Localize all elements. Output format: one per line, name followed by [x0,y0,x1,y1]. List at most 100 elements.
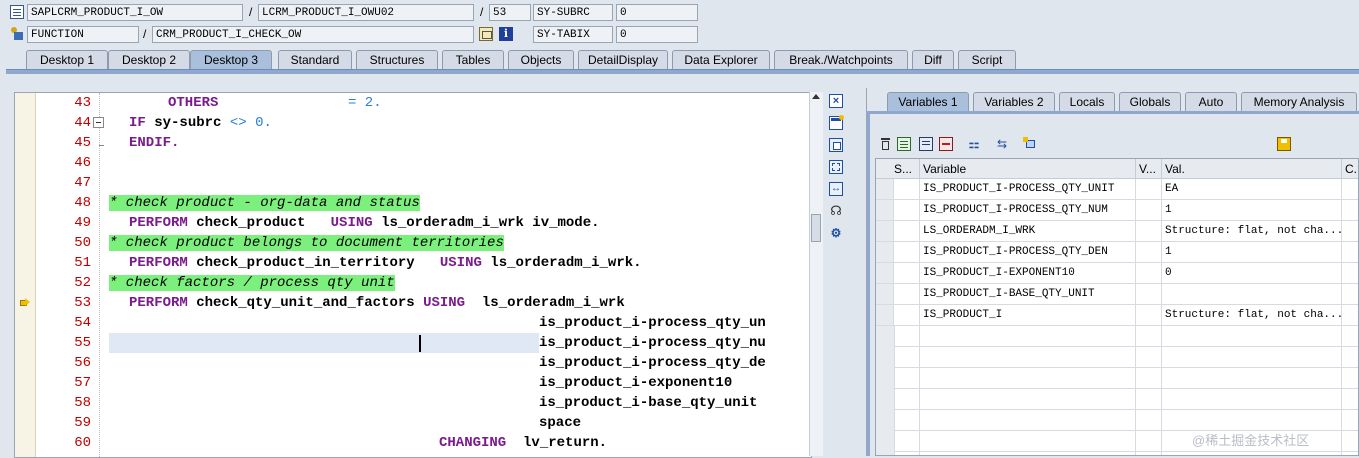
v-cell [1136,263,1162,284]
tab-locals[interactable]: Locals [1059,92,1115,111]
append-row-icon[interactable] [919,137,933,151]
line-number: 54 [74,315,91,331]
row-selector[interactable] [876,221,894,242]
fold-toggle-icon[interactable] [93,117,104,128]
header-variable[interactable]: Variable [920,159,1136,179]
tools-icon[interactable]: ⚙ [829,226,843,240]
code-line-58: is_product_i-base_qty_unit [539,395,758,411]
save-icon[interactable] [1277,137,1291,151]
line-number-field[interactable]: 53 [489,4,531,21]
info-icon[interactable]: i [499,27,513,41]
variable-cell[interactable]: IS_PRODUCT_I-PROCESS_QTY_DEN [920,242,1136,263]
row-selector[interactable] [876,284,894,305]
tab-desktop-1[interactable]: Desktop 1 [26,50,108,69]
close-icon[interactable]: × [829,94,843,108]
tab-variables-2[interactable]: Variables 2 [973,92,1055,111]
identifier: ls_orderadm_i_wrk. [490,255,642,271]
tab-detail-display[interactable]: DetailDisplay [578,50,668,69]
value-cell[interactable]: Structure: flat, not cha... [1162,221,1342,242]
row-selector[interactable] [876,179,894,200]
sysfield-name-2[interactable]: SY-TABIX [533,26,613,43]
scroll-up-icon[interactable] [812,94,820,99]
tab-structures[interactable]: Structures [356,50,438,69]
tab-tables[interactable]: Tables [442,50,504,69]
table-row[interactable]: IS_PRODUCT_I-PROCESS_QTY_UNIT EA [876,179,1358,200]
variable-cell[interactable]: IS_PRODUCT_I-EXPONENT10 [920,263,1136,284]
hierarchy-icon[interactable]: ⚏ [967,137,981,151]
table-row[interactable]: IS_PRODUCT_I-PROCESS_QTY_DEN 1 [876,242,1358,263]
type-field[interactable]: FUNCTION [27,26,139,43]
tab-script[interactable]: Script [958,50,1016,69]
new-window-icon[interactable] [829,115,844,130]
header-value[interactable]: Val. [1162,159,1342,179]
line-number: 55 [74,335,91,351]
tab-diff[interactable]: Diff [912,50,954,69]
sysfield-value-2[interactable]: 0 [616,26,698,43]
table-row[interactable]: IS_PRODUCT_I Structure: flat, not cha... [876,305,1358,326]
program-field[interactable]: SAPLCRM_PRODUCT_I_OW [27,4,243,21]
variable-cell[interactable]: IS_PRODUCT_I-PROCESS_QTY_UNIT [920,179,1136,200]
split-window-icon[interactable] [829,138,843,152]
row-selector[interactable] [876,200,894,221]
header-change[interactable]: C... [1342,159,1358,179]
value-cell[interactable]: 0 [1162,263,1342,284]
value-cell[interactable]: EA [1162,179,1342,200]
code-line-51: PERFORM check_product_in_territory USING… [129,253,642,273]
variable-cell[interactable]: IS_PRODUCT_I [920,305,1136,326]
keyword: PERFORM [129,255,188,271]
editor-scrollbar[interactable] [809,92,823,456]
remove-row-icon[interactable] [939,137,953,151]
tab-standard[interactable]: Standard [278,50,352,69]
tab-desktop-2[interactable]: Desktop 2 [108,50,190,69]
variable-cell[interactable]: LS_ORDERADM_I_WRK [920,221,1136,242]
tab-auto[interactable]: Auto [1185,92,1237,111]
function-name-field[interactable]: CRM_PRODUCT_I_CHECK_OW [152,26,474,43]
line-number: 52 [74,275,91,291]
tab-variables-1[interactable]: Variables 1 [887,92,969,111]
tab-globals[interactable]: Globals [1119,92,1181,111]
row-selector[interactable] [876,263,894,284]
delete-icon[interactable] [879,137,893,151]
table-row[interactable]: IS_PRODUCT_I-PROCESS_QTY_NUM 1 [876,200,1358,221]
navigate-icon[interactable]: ⇆ [995,137,1009,151]
value-cell[interactable]: Structure: flat, not cha... [1162,305,1342,326]
breakpoint-margin[interactable] [15,93,36,457]
variable-cell[interactable]: IS_PRODUCT_I-BASE_QTY_UNIT [920,284,1136,305]
right-tab-underline [867,111,1359,114]
maximize-icon[interactable] [829,160,843,174]
header-status[interactable]: S... [876,159,920,179]
status-cell [894,221,920,242]
sysfield-value-1[interactable]: 0 [616,4,698,21]
identifier: lv_return. [523,435,608,451]
variable-cell[interactable]: IS_PRODUCT_I-PROCESS_QTY_NUM [920,200,1136,221]
scroll-thumb[interactable] [811,214,821,242]
swap-icon[interactable]: ↔ [829,182,843,196]
value-cell[interactable]: 1 [1162,242,1342,263]
row-selector[interactable] [876,242,894,263]
source-editor[interactable]: 43 44 45 46 47 48 49 50 51 52 53 54 55 5… [14,92,812,458]
tab-objects[interactable]: Objects [508,50,574,69]
code-line-52: * check factors / process qty unit [109,273,395,293]
layout-icon[interactable] [1023,137,1037,151]
tab-desktop-3[interactable]: Desktop 3 [190,50,272,70]
headset-icon[interactable]: ☊ [829,204,843,218]
row-selector[interactable] [876,305,894,326]
table-row[interactable]: LS_ORDERADM_I_WRK Structure: flat, not c… [876,221,1358,242]
code-line-60: CHANGING lv_return. [439,433,607,453]
value-cell[interactable]: 1 [1162,200,1342,221]
value-cell[interactable] [1162,284,1342,305]
sysfield-name-1[interactable]: SY-SUBRC [533,4,613,21]
table-row[interactable]: IS_PRODUCT_I-BASE_QTY_UNIT [876,284,1358,305]
header-v[interactable]: V... [1136,159,1162,179]
code-view-icon[interactable] [479,27,493,41]
keyword: USING [439,255,482,271]
tab-data-explorer[interactable]: Data Explorer [672,50,770,69]
insert-row-icon[interactable] [897,137,911,151]
tab-memory-analysis[interactable]: Memory Analysis [1241,92,1357,111]
code-line-50: * check product belongs to document terr… [109,233,504,253]
table-row[interactable]: IS_PRODUCT_I-EXPONENT10 0 [876,263,1358,284]
tab-breakpoints[interactable]: Break./Watchpoints [774,50,908,69]
line-number: 51 [74,255,91,271]
comment: * check factors / process qty unit [109,275,395,291]
include-field[interactable]: LCRM_PRODUCT_I_OWU02 [258,4,474,21]
